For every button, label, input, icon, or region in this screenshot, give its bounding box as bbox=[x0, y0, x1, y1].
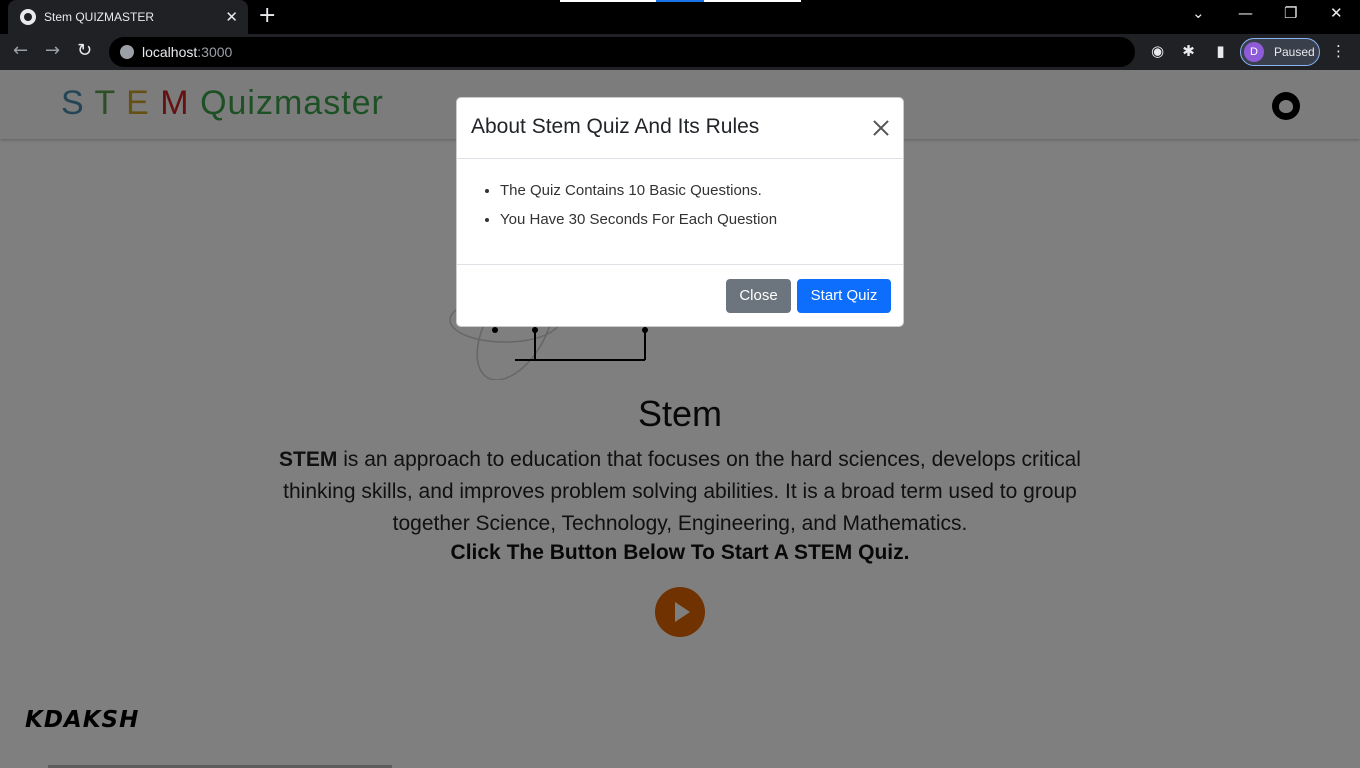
rules-modal: About Stem Quiz And Its Rules The Quiz C… bbox=[456, 97, 904, 327]
list-item: The Quiz Contains 10 Basic Questions. bbox=[500, 182, 777, 199]
tabstrip-indicator-active bbox=[656, 0, 704, 2]
tab-title: Stem QUIZMASTER bbox=[44, 10, 155, 24]
close-icon[interactable] bbox=[871, 118, 891, 138]
modal-footer: Close Start Quiz bbox=[457, 265, 903, 327]
browser-tab[interactable]: Stem QUIZMASTER ✕ bbox=[8, 0, 248, 34]
rules-list: The Quiz Contains 10 Basic Questions. Yo… bbox=[500, 182, 777, 240]
modal-title: About Stem Quiz And Its Rules bbox=[471, 115, 760, 138]
browser-toolbar: ← → ↻ localhost:3000 ◉ ✱ ▮ D Paused ⋮ bbox=[0, 34, 1360, 70]
media-icon[interactable]: ◉ bbox=[1149, 43, 1166, 60]
globe-icon bbox=[20, 9, 36, 25]
restore-button[interactable]: ❐ bbox=[1284, 4, 1297, 22]
avatar: D bbox=[1244, 42, 1264, 62]
profile-button[interactable]: D Paused bbox=[1240, 38, 1320, 66]
address-bar[interactable]: localhost:3000 bbox=[109, 37, 1135, 67]
url-port: :3000 bbox=[197, 44, 233, 60]
site-info-icon[interactable] bbox=[120, 45, 134, 59]
start-quiz-button[interactable]: Start Quiz bbox=[797, 279, 891, 313]
minimize-button[interactable]: — bbox=[1238, 4, 1253, 22]
back-button[interactable]: ← bbox=[13, 40, 28, 61]
extensions-icon[interactable]: ✱ bbox=[1180, 43, 1197, 60]
tabstrip-indicator bbox=[560, 0, 656, 2]
address-url: localhost:3000 bbox=[142, 44, 232, 60]
new-tab-button[interactable]: + bbox=[258, 5, 276, 27]
forward-button[interactable]: → bbox=[45, 40, 60, 61]
list-item: You Have 30 Seconds For Each Question bbox=[500, 211, 777, 228]
reload-button[interactable]: ↻ bbox=[77, 40, 92, 61]
close-button[interactable]: Close bbox=[726, 279, 791, 313]
tab-search-icon[interactable]: ⌄ bbox=[1192, 4, 1205, 22]
browser-menu-icon[interactable]: ⋮ bbox=[1330, 43, 1347, 60]
url-host: localhost bbox=[142, 44, 198, 60]
modal-header: About Stem Quiz And Its Rules bbox=[457, 98, 903, 159]
tab-close-icon[interactable]: ✕ bbox=[225, 8, 238, 26]
page-viewport: S T E M Quizmaster Stem STEM is an appro… bbox=[0, 70, 1360, 768]
tabstrip-indicator bbox=[704, 0, 801, 2]
modal-body: The Quiz Contains 10 Basic Questions. Yo… bbox=[457, 159, 903, 265]
browser-tabstrip: Stem QUIZMASTER ✕ + ⌄ — ❐ ✕ bbox=[0, 0, 1360, 34]
side-panel-icon[interactable]: ▮ bbox=[1212, 43, 1229, 60]
profile-status: Paused bbox=[1274, 45, 1315, 59]
close-window-button[interactable]: ✕ bbox=[1330, 4, 1343, 22]
